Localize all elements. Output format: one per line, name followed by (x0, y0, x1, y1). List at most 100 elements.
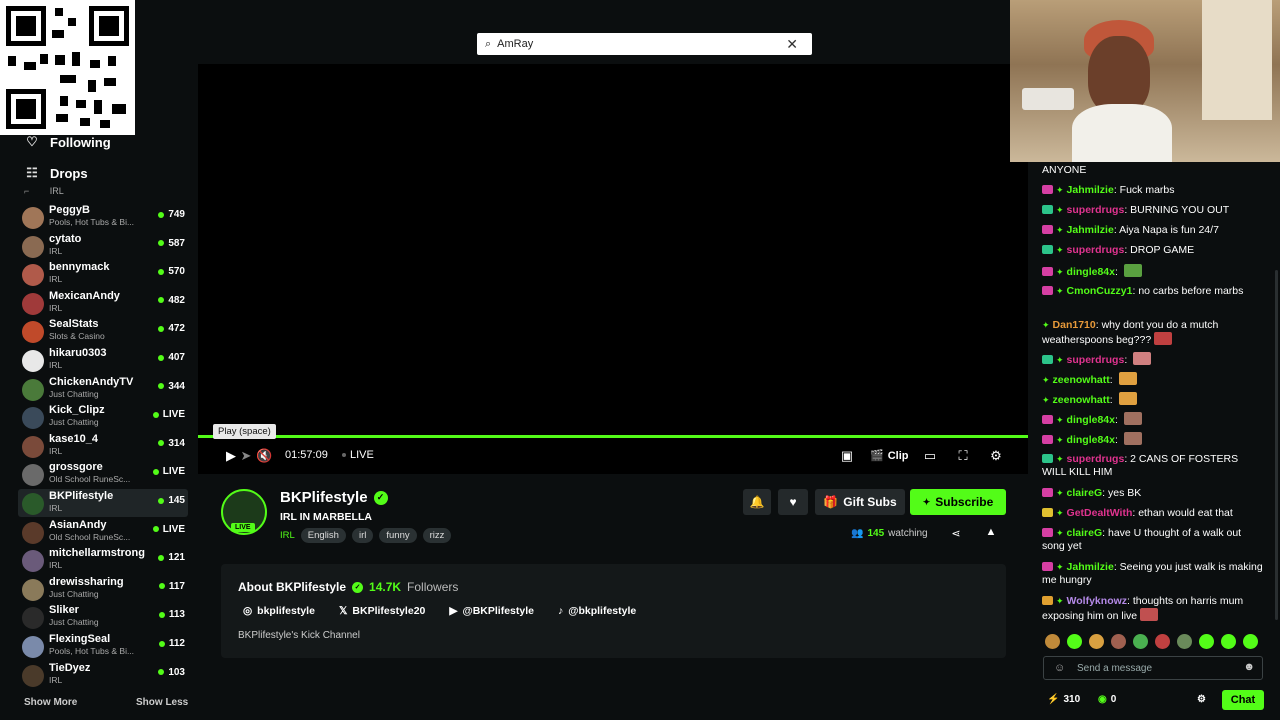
live-dot-icon (158, 640, 165, 647)
emote-icon[interactable] (1199, 634, 1214, 649)
show-less-button[interactable]: Show Less (136, 697, 188, 708)
chat-username[interactable]: zeenowhatt (1053, 374, 1110, 386)
chat-username[interactable]: superdrugs (1067, 453, 1125, 465)
sidebar-drops[interactable]: ☷ Drops (24, 165, 87, 181)
chat-username[interactable]: dingle84x (1067, 434, 1115, 446)
chat-username[interactable]: GetDealtWith (1067, 507, 1133, 519)
theater-mode-icon[interactable]: ▭ (922, 448, 938, 464)
mute-icon[interactable]: 🔇 (256, 448, 272, 464)
chat-message: ✦ Jahmilzie: Fuck marbs (1042, 184, 1264, 197)
chat-username[interactable]: CmonCuzzy1 (1067, 285, 1133, 297)
social-link-tiktok[interactable]: ♪ @bkplifestyle (558, 605, 636, 617)
chat-input[interactable]: ☺ Send a message ☻ (1043, 656, 1263, 680)
notification-button[interactable]: 🔔 (743, 489, 771, 515)
chat-separator: : (1124, 354, 1131, 366)
sidebar-channel-tiedyez[interactable]: TieDyez IRL 103 (18, 661, 188, 689)
chat-text: DROP GAME (1130, 244, 1195, 256)
chat-username[interactable]: Jahmilzie (1067, 184, 1114, 196)
chat-username[interactable]: zeenowhatt (1053, 394, 1110, 406)
channel-points[interactable]: ⚡ 310 (1047, 694, 1080, 705)
emote-icon[interactable] (1221, 634, 1236, 649)
channel-avatar (22, 321, 44, 344)
pip-icon[interactable]: ▣ (839, 448, 855, 464)
sparkle-badge-icon: ✦ (1056, 205, 1064, 215)
show-more-button[interactable]: Show More (24, 697, 77, 708)
emote-icon[interactable] (1111, 634, 1126, 649)
chat-username[interactable]: superdrugs (1067, 204, 1125, 216)
gift-subs-button[interactable]: 🎁 Gift Subs (815, 489, 905, 515)
follow-button[interactable]: ♥ (778, 489, 808, 515)
chat-settings-button[interactable]: ⚙ (1197, 694, 1206, 705)
emote-icon[interactable] (1133, 634, 1148, 649)
live-dot-icon (152, 526, 159, 533)
emote-icon[interactable] (1089, 634, 1104, 649)
video-player[interactable] (198, 64, 1028, 474)
fullscreen-icon[interactable]: ⛶ (955, 448, 971, 464)
tag-english[interactable]: English (300, 528, 346, 543)
sidebar-channel-flexingseal[interactable]: FlexingSeal Pools, Hot Tubs & Bi... 112 (18, 632, 188, 660)
social-handle: bkplifestyle (257, 605, 315, 617)
chat-settings-icon[interactable]: ☺ (1054, 662, 1065, 674)
sidebar-channel-asianandy[interactable]: AsianAndy Old School RuneSc... LIVE (18, 518, 188, 546)
play-icon[interactable]: ▶ (223, 448, 239, 464)
emote-icon[interactable] (1067, 634, 1082, 649)
chat-scrollbar[interactable] (1275, 270, 1278, 620)
sidebar-channel-peggyb[interactable]: PeggyB Pools, Hot Tubs & Bi... 749 (18, 203, 188, 231)
sidebar-channel-drewissharing[interactable]: drewissharing Just Chatting 117 (18, 575, 188, 603)
subscribe-button[interactable]: ✦ Subscribe (910, 489, 1006, 515)
channel-name: AsianAndy (49, 518, 107, 531)
chat-username[interactable]: dingle84x (1067, 266, 1115, 278)
chat-username[interactable]: Jahmilzie (1067, 224, 1114, 236)
emote-icon[interactable] (1045, 634, 1060, 649)
chat-send-button[interactable]: Chat (1222, 690, 1264, 710)
sidebar-channel-sealstats[interactable]: SealStats Slots & Casino 472 (18, 317, 188, 345)
social-link-x[interactable]: 𝕏 BKPlifestyle20 (339, 605, 425, 617)
settings-icon[interactable]: ⚙ (988, 448, 1004, 464)
emote-icon[interactable] (1243, 634, 1258, 649)
report-icon[interactable]: ▲ (983, 526, 999, 538)
sidebar-channel-cytato[interactable]: cytato IRL 587 (18, 232, 188, 260)
social-link-youtube[interactable]: ▶ @BKPlifestyle (449, 605, 534, 617)
emote-icon[interactable] (1177, 634, 1192, 649)
clear-search-icon[interactable]: ✕ (786, 36, 798, 53)
share-icon[interactable]: ⋖ (948, 527, 964, 540)
sidebar-channel-mitchellarmstrong[interactable]: mitchellarmstrong IRL 121 (18, 546, 188, 574)
tag-funny[interactable]: funny (379, 528, 417, 543)
chat-username[interactable]: claireG (1067, 527, 1103, 539)
live-dot-icon (158, 669, 165, 676)
emote-icon[interactable] (1155, 634, 1170, 649)
sidebar-channel-mexicanandy[interactable]: MexicanAndy IRL 482 (18, 289, 188, 317)
chat-username[interactable]: Dan1710 (1053, 319, 1096, 331)
sidebar-channel-bkplifestyle[interactable]: BKPlifestyle IRL 145 (18, 489, 188, 517)
sidebar-channel-chickenandytv[interactable]: ChickenAndyTV Just Chatting 344 (18, 375, 188, 403)
qr-module (60, 75, 76, 83)
drops-counter[interactable]: ◉ 0 (1098, 694, 1116, 705)
chat-username[interactable]: superdrugs (1067, 244, 1125, 256)
sidebar-channel-hikaru0303[interactable]: hikaru0303 IRL 407 (18, 346, 188, 374)
progress-bar[interactable] (198, 435, 1028, 438)
sidebar-channel-kick_clipz[interactable]: Kick_Clipz Just Chatting LIVE (18, 403, 188, 431)
sidebar-channel-grossgore[interactable]: grossgore Old School RuneSc... LIVE (18, 460, 188, 488)
search-input[interactable]: ⌕ AmRay ✕ (477, 33, 812, 55)
chat-username[interactable]: superdrugs (1067, 354, 1125, 366)
chat-username[interactable]: Wolfyknowz (1067, 595, 1127, 607)
chat-emote-icon (1123, 432, 1142, 445)
emoji-picker-icon[interactable]: ☻ (1243, 661, 1255, 673)
sidebar-channel-sliker[interactable]: Sliker Just Chatting 113 (18, 603, 188, 631)
category-link[interactable]: IRL (280, 530, 295, 541)
viewer-count: LIVE (162, 466, 185, 478)
chat-username[interactable]: dingle84x (1067, 414, 1115, 426)
followers-count: 14.7K (369, 580, 402, 594)
chat-username[interactable]: claireG (1067, 487, 1103, 499)
live-dot-icon (158, 240, 165, 247)
sidebar-channel-bennymack[interactable]: bennymack IRL 570 (18, 260, 188, 288)
sidebar-following[interactable]: ♡ Following (24, 134, 110, 150)
chat-username[interactable]: Jahmilzie (1067, 561, 1114, 573)
sidebar-channel-kase10_4[interactable]: kase10_4 IRL 314 (18, 432, 188, 460)
chat-message: ✦ Dan1710: why dont you do a mutch weathe… (1042, 319, 1264, 347)
clip-button[interactable]: 🎬 Clip (870, 449, 908, 463)
channel-name[interactable]: BKPlifestyle (280, 489, 368, 506)
tag-rizz[interactable]: rizz (422, 528, 452, 543)
social-link-instagram[interactable]: ◎ bkplifestyle (243, 605, 315, 617)
tag-irl[interactable]: irl (351, 528, 374, 543)
